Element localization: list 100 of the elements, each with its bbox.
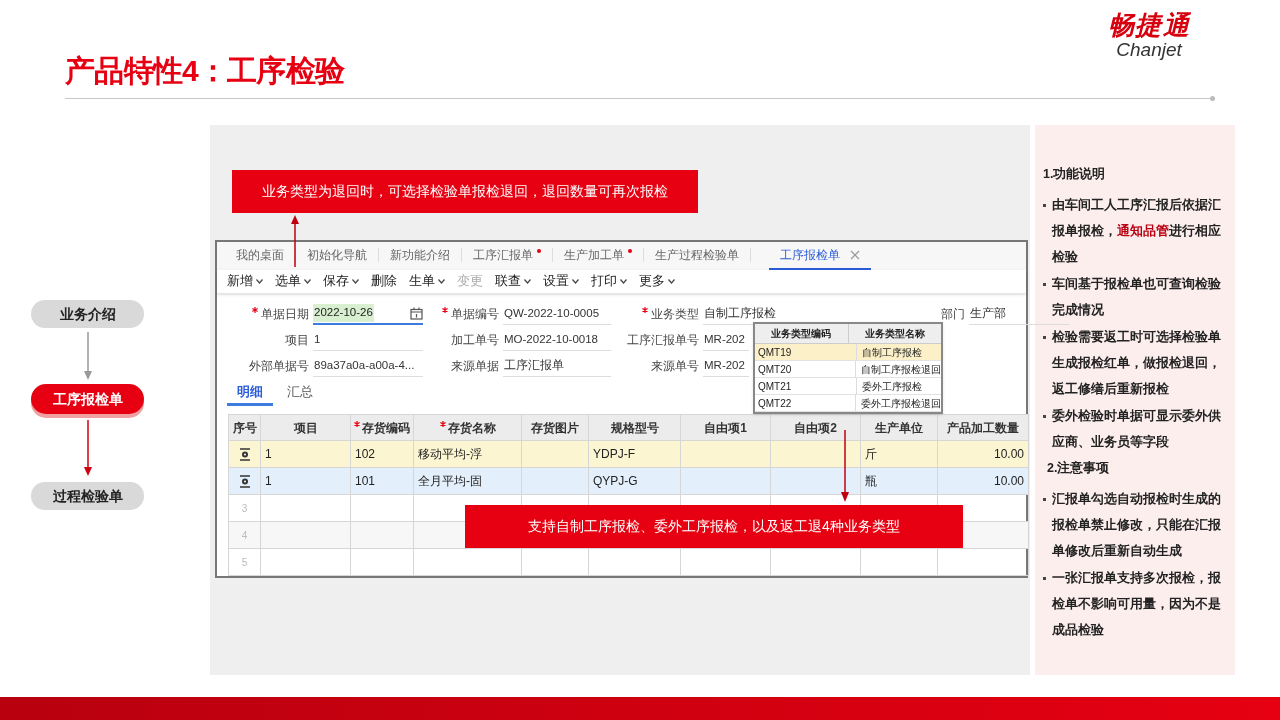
row-settings-icon[interactable] bbox=[238, 448, 251, 462]
tab[interactable]: 我的桌面 bbox=[225, 242, 295, 270]
input-field[interactable]: QW-2022-10-0005 bbox=[503, 303, 611, 325]
input-field[interactable]: 89a37a0a-a00a-4... bbox=[313, 355, 423, 377]
bullet-text: 汇报单勾选自动报检时生成的报检单禁止修改，只能在汇报单修改后重新自动生成 bbox=[1052, 490, 1222, 560]
bullet-text: 一张汇报单支持多次报检，报检单不影响可用量，因为不是成品检验 bbox=[1052, 569, 1222, 639]
table-cell: 移动平均-浮 bbox=[413, 440, 522, 468]
toolbar-button[interactable]: 保存 bbox=[317, 270, 365, 293]
caret-icon bbox=[572, 279, 579, 284]
section-heading: 1.功能说明 bbox=[1043, 166, 1107, 183]
calendar-icon[interactable] bbox=[410, 306, 423, 320]
bullet-icon bbox=[1043, 335, 1046, 339]
field-value: 89a37a0a-a00a-4... bbox=[313, 357, 416, 373]
toolbar-button[interactable]: 设置 bbox=[537, 270, 585, 293]
field-value: 工序汇报单 bbox=[503, 357, 565, 373]
field-label: 项目 bbox=[285, 332, 309, 349]
table-row[interactable]: 1 101 全月平均-固 QYPJ-G 瓶 10.00 bbox=[228, 467, 1029, 495]
list-item[interactable]: QMT19 自制工序报检 bbox=[755, 344, 941, 361]
callout: 业务类型为退回时，可选择检验单报检退回，退回数量可再次报检 bbox=[232, 170, 698, 213]
input-field[interactable]: 工序汇报单 bbox=[503, 355, 611, 377]
flow-step: 过程检验单 bbox=[31, 482, 144, 510]
caret-icon bbox=[256, 279, 263, 284]
table-row[interactable]: 1 102 移动平均-浮 YDPJ-F 斤 10.00 bbox=[228, 440, 1029, 468]
row-number: 5 bbox=[228, 548, 261, 576]
column-header: 生产单位 bbox=[875, 419, 923, 437]
section-heading: 2.注意事项 bbox=[1046, 459, 1111, 477]
toolbar-button[interactable]: 联查 bbox=[489, 270, 537, 293]
table-cell: 斤 bbox=[860, 440, 938, 468]
bullet-icon bbox=[1043, 497, 1046, 501]
column-header: 业务类型名称 bbox=[863, 327, 926, 341]
field-label: 来源单号 bbox=[651, 358, 699, 375]
input-field[interactable]: MO-2022-10-0018 bbox=[503, 329, 611, 351]
input-field[interactable]: 2022-10-26 bbox=[313, 303, 423, 325]
tab[interactable]: 生产过程检验单 bbox=[644, 242, 750, 270]
caret-icon bbox=[438, 279, 445, 284]
row-number: 4 bbox=[228, 521, 261, 549]
column-header: 业务类型编码 bbox=[755, 324, 849, 343]
column-header: 自由项2 bbox=[794, 419, 837, 437]
flow-step: 业务介绍 bbox=[31, 300, 144, 328]
column-header: 项目 bbox=[293, 419, 318, 437]
column-header: 自由项1 bbox=[704, 419, 747, 437]
arrow bbox=[82, 332, 93, 380]
field-label: 业务类型 bbox=[651, 306, 699, 323]
field-label: 来源单据 bbox=[451, 358, 499, 375]
logo: 畅捷通 Chanjet bbox=[1108, 12, 1190, 62]
table-cell: 10.00 bbox=[937, 467, 1029, 495]
toolbar-button[interactable]: 打印 bbox=[585, 270, 633, 293]
bullet-icon bbox=[1043, 282, 1046, 286]
list-item[interactable]: QMT22 委外工序报检退回 bbox=[755, 395, 941, 412]
table-cell: 1 bbox=[260, 440, 351, 468]
row-number: 3 bbox=[228, 494, 261, 522]
bullet-text: 检验需要返工时可选择检验单生成报检红单，做报检退回，返工修缮后重新报检 bbox=[1052, 328, 1222, 398]
close-icon[interactable] bbox=[850, 250, 860, 260]
toolbar-button[interactable]: 删除 bbox=[365, 270, 403, 293]
tab[interactable]: 初始化导航 bbox=[296, 242, 378, 270]
toolbar-button[interactable]: 更多 bbox=[633, 270, 681, 293]
column-header: 序号 bbox=[232, 419, 257, 437]
input-field[interactable]: 1 bbox=[313, 329, 423, 351]
tab[interactable]: 明细 bbox=[227, 380, 273, 406]
table-cell: QYPJ-G bbox=[588, 467, 681, 495]
table-cell: 1 bbox=[260, 467, 351, 495]
column-header: 规格型号 bbox=[610, 419, 659, 437]
caret-icon bbox=[668, 279, 675, 284]
tab[interactable]: 生产加工单 bbox=[553, 242, 643, 270]
field-value: 1 bbox=[313, 331, 322, 347]
toolbar-button[interactable]: 生单 bbox=[403, 270, 451, 293]
field-label: 加工单号 bbox=[451, 332, 499, 349]
tab[interactable]: 汇总 bbox=[277, 380, 323, 406]
table-cell: 全月平均-固 bbox=[413, 467, 522, 495]
bullet-text: 委外检验时单据可显示委外供应商、业务员等字段 bbox=[1052, 407, 1222, 451]
column-header: 产品加工数量 bbox=[947, 419, 1019, 437]
caret-icon bbox=[620, 279, 627, 284]
field-value: 自制工序报检 bbox=[703, 305, 777, 321]
list-item[interactable]: QMT21 委外工序报检 bbox=[755, 378, 941, 395]
tab[interactable]: 工序报检单 bbox=[769, 242, 871, 270]
arrow bbox=[290, 215, 300, 267]
field-label: 部门 bbox=[941, 306, 965, 323]
field-label: 单据编号 bbox=[451, 306, 499, 323]
caret-icon bbox=[304, 279, 311, 284]
column-header: 存货名称 bbox=[447, 419, 496, 437]
arrow bbox=[82, 420, 93, 476]
toolbar-button[interactable]: 选单 bbox=[269, 270, 317, 293]
bullet-icon bbox=[1043, 414, 1046, 418]
row-settings-icon[interactable] bbox=[238, 475, 251, 489]
field-label: 单据日期 bbox=[261, 306, 309, 323]
field-value: 2022-10-26 bbox=[313, 304, 374, 322]
field-value: MO-2022-10-0018 bbox=[503, 331, 599, 347]
bullet-text: 由车间工人工序汇报后依据汇报单报检，通知品管进行相应检验 bbox=[1052, 196, 1222, 266]
tab[interactable]: 新功能介绍 bbox=[379, 242, 461, 270]
table-cell: 101 bbox=[350, 467, 414, 495]
slide-title: 产品特性4：工序检验 bbox=[65, 53, 345, 89]
table-cell: 10.00 bbox=[937, 440, 1029, 468]
bullet-icon bbox=[1043, 203, 1046, 207]
tab[interactable]: 工序汇报单 bbox=[462, 242, 552, 270]
toolbar-button[interactable]: 新增 bbox=[221, 270, 269, 293]
field-value: 生产部 bbox=[969, 305, 1007, 321]
table-cell: 瓶 bbox=[860, 467, 938, 495]
list-item[interactable]: QMT20 自制工序报检退回 bbox=[755, 361, 941, 378]
arrow bbox=[840, 430, 850, 502]
table-cell: 102 bbox=[350, 440, 414, 468]
